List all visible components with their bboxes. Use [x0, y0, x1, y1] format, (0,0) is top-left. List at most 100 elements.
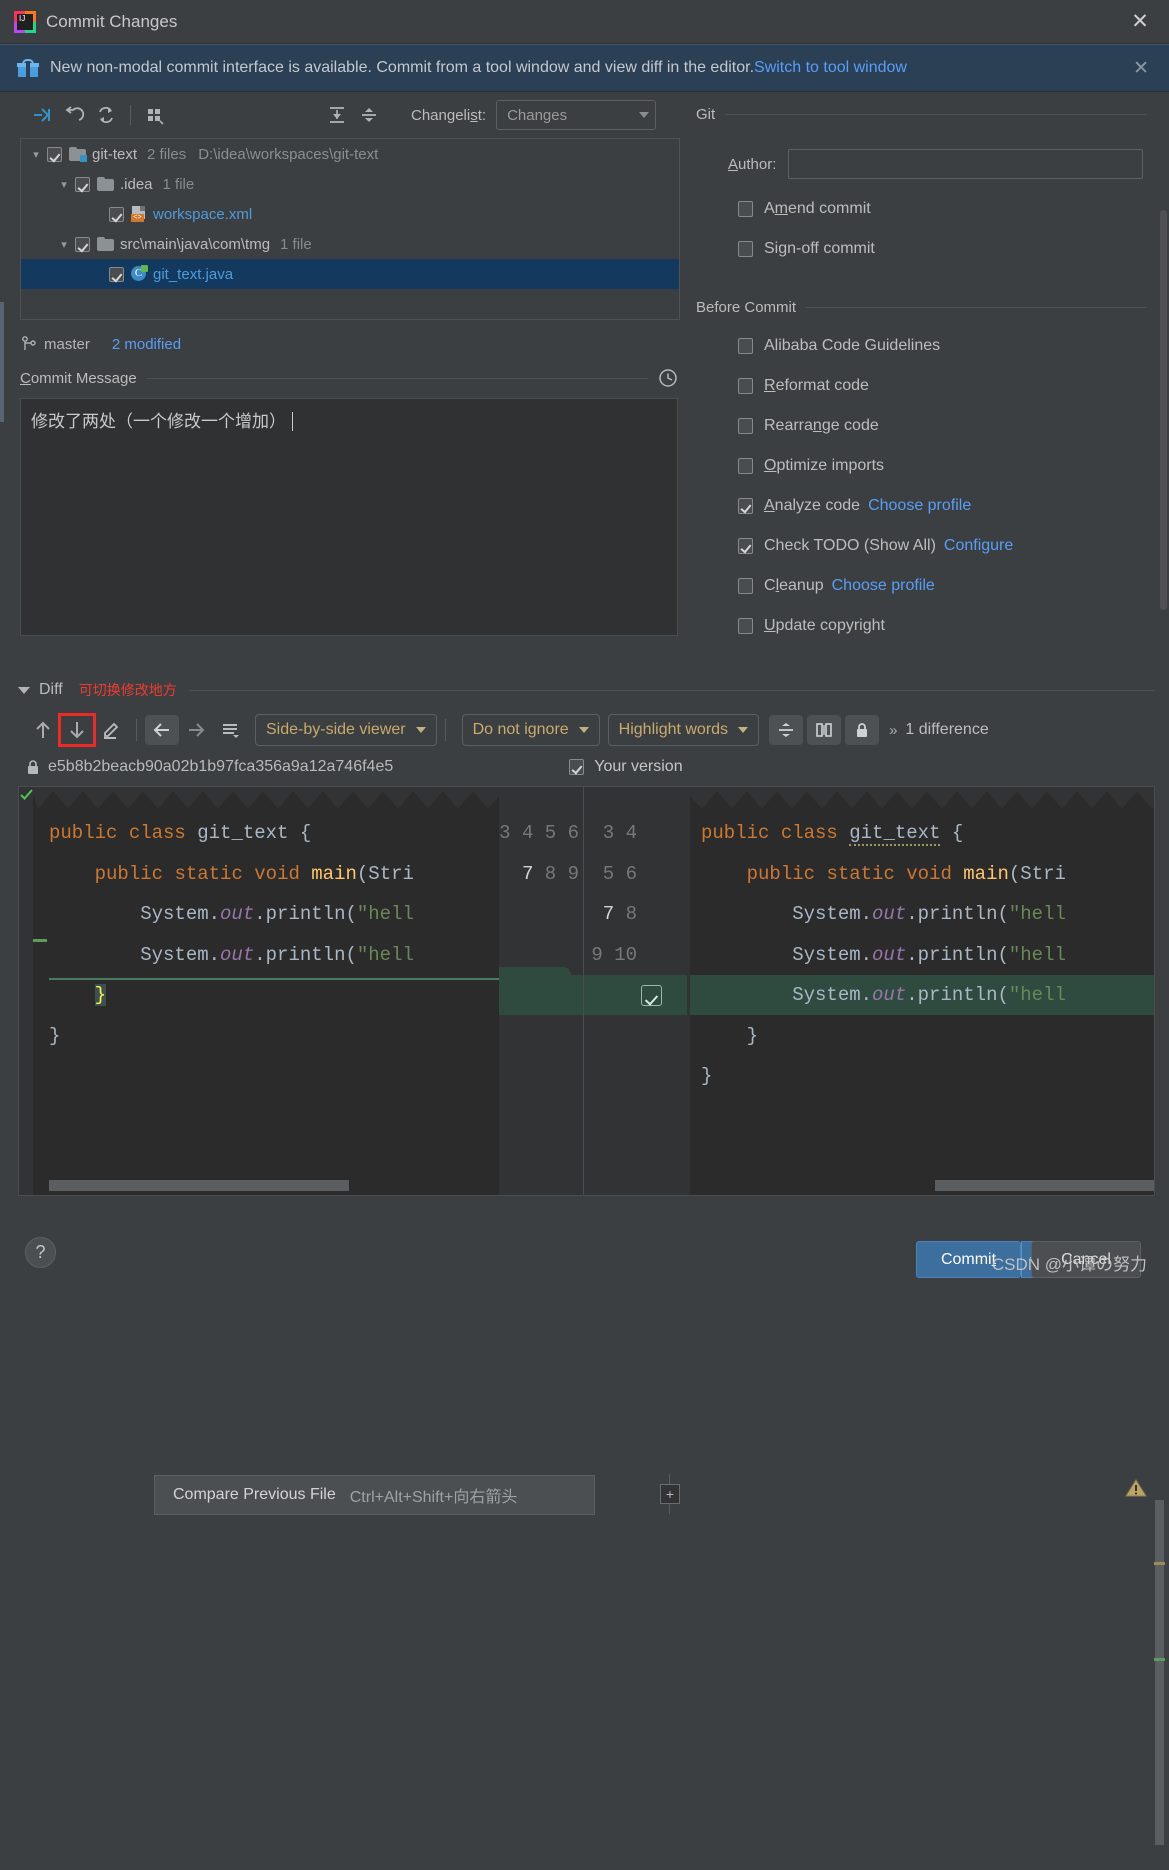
- right-hscrollbar[interactable]: [935, 1180, 1154, 1191]
- help-button[interactable]: ?: [25, 1237, 56, 1268]
- reformat-code-checkbox[interactable]: Reformat code: [690, 366, 1169, 406]
- left-hscrollbar[interactable]: [49, 1180, 349, 1191]
- right-code-area[interactable]: public class git_text { public static vo…: [687, 787, 1154, 1195]
- annotate-icon[interactable]: [94, 715, 128, 745]
- checkbox-box[interactable]: [738, 498, 753, 514]
- highlight-mode-select[interactable]: Highlight words: [607, 714, 760, 746]
- folder-icon: [97, 237, 114, 251]
- modified-count-link[interactable]: 2 modified: [112, 336, 181, 353]
- file-path: D:\idea\workspaces\git-text: [198, 145, 379, 163]
- row-checkbox[interactable]: [47, 146, 62, 162]
- analyze-code-checkbox[interactable]: Analyze code Choose profile: [690, 486, 1169, 526]
- row-checkbox[interactable]: [109, 266, 124, 282]
- cancel-button[interactable]: Cancel: [1031, 1241, 1141, 1278]
- checkbox-box[interactable]: [738, 338, 753, 354]
- options-scrollbar[interactable]: [1160, 210, 1167, 610]
- synchronize-scrolling-icon[interactable]: [807, 715, 842, 745]
- check-todo-checkbox[interactable]: Check TODO (Show All) Configure: [690, 526, 1169, 566]
- viewer-mode-select[interactable]: Side-by-side viewer: [255, 714, 437, 746]
- compare-next-file-icon[interactable]: [179, 715, 213, 745]
- sign-off-commit-checkbox[interactable]: Sign-off commit: [690, 229, 1169, 269]
- changelist-select[interactable]: Changes: [496, 100, 657, 130]
- right-code-text: public class git_text { public static vo…: [701, 822, 1066, 1087]
- your-version-group[interactable]: Your version: [569, 758, 683, 776]
- rollback-icon[interactable]: [58, 100, 90, 130]
- inspection-ok-icon: [20, 788, 33, 805]
- difference-count: 1 difference: [905, 721, 989, 738]
- chevron-down-icon[interactable]: ▾: [25, 148, 47, 161]
- close-window-button[interactable]: ✕: [1123, 7, 1157, 37]
- table-row[interactable]: <> workspace.xml: [21, 199, 679, 229]
- collapse-unchanged-icon[interactable]: [769, 715, 804, 745]
- annotation-text: 可切换修改地方: [78, 682, 177, 698]
- diff-section-header: Diff 可切换修改地方: [0, 672, 1169, 708]
- check-todo-configure-link[interactable]: Configure: [944, 537, 1013, 555]
- previous-difference-icon[interactable]: [26, 715, 60, 745]
- read-only-lock-icon[interactable]: [845, 715, 880, 745]
- table-row[interactable]: ▾ .idea 1 file: [21, 169, 679, 199]
- commit-button[interactable]: Commi t: [916, 1241, 1021, 1278]
- table-row[interactable]: ▾ src\main\java\com\tmg 1 file: [21, 229, 679, 259]
- right-pane-scrollbar[interactable]: [1154, 1500, 1165, 1870]
- checkbox-box[interactable]: [738, 458, 753, 474]
- divider: [725, 114, 1147, 115]
- left-code-area[interactable]: public class git_text { public static vo…: [33, 787, 499, 1195]
- clock-icon[interactable]: [658, 368, 678, 388]
- checkbox-box[interactable]: [738, 241, 753, 257]
- next-difference-icon[interactable]: [58, 713, 96, 747]
- checkbox-box[interactable]: [738, 201, 753, 217]
- checkbox-box[interactable]: [738, 538, 753, 554]
- rearrange-code-checkbox[interactable]: Rearrange code: [690, 406, 1169, 446]
- commit-message-input[interactable]: 修改了两处（一个修改一个增加）: [20, 398, 678, 636]
- checkbox-box[interactable]: [738, 578, 753, 594]
- branch-info: master 2 modified: [0, 320, 690, 356]
- row-checkbox[interactable]: [75, 176, 90, 192]
- optimize-imports-checkbox[interactable]: Optimize imports: [690, 446, 1169, 486]
- expand-folded-region-button[interactable]: +: [660, 1484, 680, 1504]
- chevron-down-icon[interactable]: ▾: [53, 238, 75, 251]
- ignore-mode-select[interactable]: Do not ignore: [461, 714, 600, 746]
- switch-to-tool-window-link[interactable]: Switch to tool window: [754, 59, 907, 77]
- expand-all-icon[interactable]: [321, 100, 353, 130]
- cleanup-checkbox[interactable]: Cleanup Choose profile: [690, 566, 1169, 606]
- changed-files-tree[interactable]: ▾ git-text 2 files D:\idea\workspaces\gi…: [20, 138, 680, 320]
- file-name: .idea: [120, 175, 153, 193]
- chevron-down-icon: [639, 112, 650, 118]
- file-name: git_text.java: [153, 265, 234, 283]
- refresh-icon[interactable]: [90, 100, 122, 130]
- analyze-code-profile-link[interactable]: Choose profile: [868, 497, 971, 515]
- collapse-diff-icon[interactable]: [18, 686, 30, 694]
- collapse-all-icon[interactable]: [353, 100, 385, 130]
- diff-pane-right[interactable]: public class git_text { public static vo…: [687, 787, 1154, 1195]
- chevron-down-icon[interactable]: ▾: [53, 178, 75, 191]
- checkbox-label: Alibaba Code Guidelines: [764, 337, 941, 354]
- chevron-down-icon: [738, 727, 749, 733]
- author-field[interactable]: [788, 149, 1143, 179]
- more-actions-icon[interactable]: »: [889, 722, 897, 739]
- your-version-checkbox[interactable]: [569, 759, 585, 775]
- scrollbar-thumb[interactable]: [1155, 1500, 1164, 1845]
- show-diff-icon[interactable]: [26, 100, 58, 130]
- branch-name: master: [44, 335, 90, 353]
- warning-triangle-icon[interactable]: [1125, 1478, 1147, 1502]
- accept-change-button[interactable]: [641, 985, 662, 1006]
- diff-settings-icon[interactable]: [213, 715, 247, 745]
- row-checkbox[interactable]: [75, 236, 90, 252]
- table-row[interactable]: ▾ git-text 2 files D:\idea\workspaces\gi…: [21, 139, 679, 169]
- checkbox-box[interactable]: [738, 378, 753, 394]
- diff-pane-left[interactable]: public class git_text { public static vo…: [19, 787, 499, 1195]
- table-row[interactable]: C git_text.java: [21, 259, 679, 289]
- author-label: Author:: [728, 155, 777, 173]
- checkbox-box[interactable]: [738, 418, 753, 434]
- amend-commit-checkbox[interactable]: Amend commit: [690, 189, 1169, 229]
- update-copyright-checkbox[interactable]: Update copyright: [690, 606, 1169, 646]
- cleanup-profile-link[interactable]: Choose profile: [832, 577, 935, 595]
- row-checkbox[interactable]: [109, 206, 124, 222]
- dismiss-notification-button[interactable]: ✕: [1125, 57, 1157, 80]
- alibaba-code-guidelines-checkbox[interactable]: Alibaba Code Guidelines: [690, 326, 1169, 366]
- compare-previous-file-icon[interactable]: [145, 715, 179, 745]
- checkbox-box[interactable]: [738, 618, 753, 634]
- group-by-icon[interactable]: [139, 100, 171, 130]
- change-marker: [1154, 1658, 1165, 1661]
- file-name: src\main\java\com\tmg: [120, 235, 271, 253]
